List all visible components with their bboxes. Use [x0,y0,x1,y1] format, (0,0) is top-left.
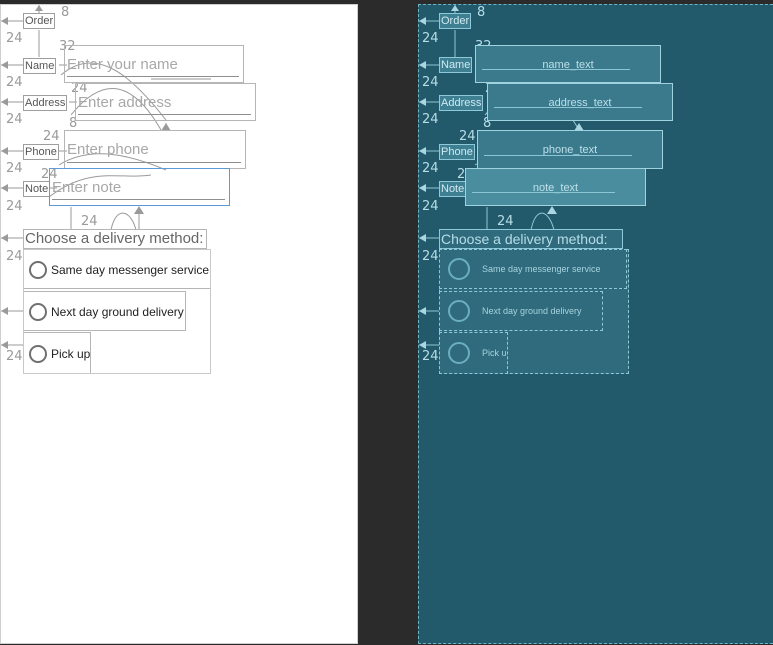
design-canvas[interactable]: 8 24 32 24 24 24 8 24 24 24 24 24 24 24 … [0,4,358,644]
margin-label: 24 [459,129,476,144]
margin-label: 24 [422,31,439,46]
margin-label: 24 [81,214,98,229]
margin-label: 24 [6,31,23,46]
address-input[interactable]: Enter address [75,83,256,121]
radio-option-next-day[interactable]: Next day ground delivery [439,291,603,331]
order-label[interactable]: Order [23,13,56,29]
note-hint: Enter note [52,179,122,196]
blueprint-canvas[interactable]: 8 24 32 24 24 24 8 24 24 24 24 24 24 24 … [418,4,773,644]
phone-underline [67,162,241,163]
radio-button-icon[interactable] [448,258,470,280]
margin-label: 24 [422,199,439,214]
margin-label: 24 [43,129,60,144]
margin-label: 24 [6,75,23,90]
margin-label: 24 [6,249,23,264]
margin-top-label: 8 [477,5,486,20]
note-label[interactable]: Note [23,181,51,197]
phone-input[interactable]: Enter phone [64,130,246,169]
phone-hint: Enter phone [67,141,149,158]
widget-underline [472,192,615,193]
margin-label: 24 [422,349,439,364]
order-label[interactable]: Order [439,13,472,29]
margin-label: 24 [6,199,23,214]
phone-label[interactable]: Phone [439,144,475,160]
radio-button-icon[interactable] [448,300,470,322]
name-text-widget[interactable]: name_text [475,45,661,83]
address-label[interactable]: Address [439,95,484,111]
address-hint: Enter address [78,94,172,111]
margin-label: 24 [6,112,23,127]
phone-text-widget[interactable]: phone_text [477,130,663,169]
margin-label: 24 [422,112,439,127]
name-label[interactable]: Name [23,58,57,74]
widget-underline [484,155,632,156]
address-text-widget[interactable]: address_text [487,83,673,121]
margin-top-label: 8 [61,5,70,20]
delivery-heading: Choose a delivery method: [23,229,207,249]
name-hint: Enter your name [67,56,178,73]
margin-label: 24 [497,214,514,229]
note-label[interactable]: Note [439,181,467,197]
radio-label: Same day messenger service [482,264,601,274]
radio-label: Next day ground delivery [482,306,582,316]
address-underline [78,114,251,115]
note-underline [52,199,225,200]
widget-underline [482,69,630,70]
name-input[interactable]: Enter your name [64,45,244,83]
phone-label[interactable]: Phone [23,144,59,160]
radio-label: Pick up [482,348,507,358]
radio-group [23,249,211,374]
radio-option-pick-up[interactable]: Pick up [439,332,508,374]
name-underline [67,76,239,77]
note-text-widget[interactable]: note_text [465,168,646,206]
margin-label: 24 [422,75,439,90]
radio-option-same-day[interactable]: Same day messenger service [439,249,627,289]
delivery-heading: Choose a delivery method: [439,229,623,249]
address-label[interactable]: Address [23,95,68,111]
note-input[interactable]: Enter note [49,168,230,206]
margin-label: 24 [6,349,23,364]
margin-label: 24 [6,161,23,176]
margin-label: 24 [422,249,439,264]
widget-underline [494,107,642,108]
margin-label: 24 [422,161,439,176]
name-label[interactable]: Name [439,57,473,73]
radio-button-icon[interactable] [448,342,470,364]
